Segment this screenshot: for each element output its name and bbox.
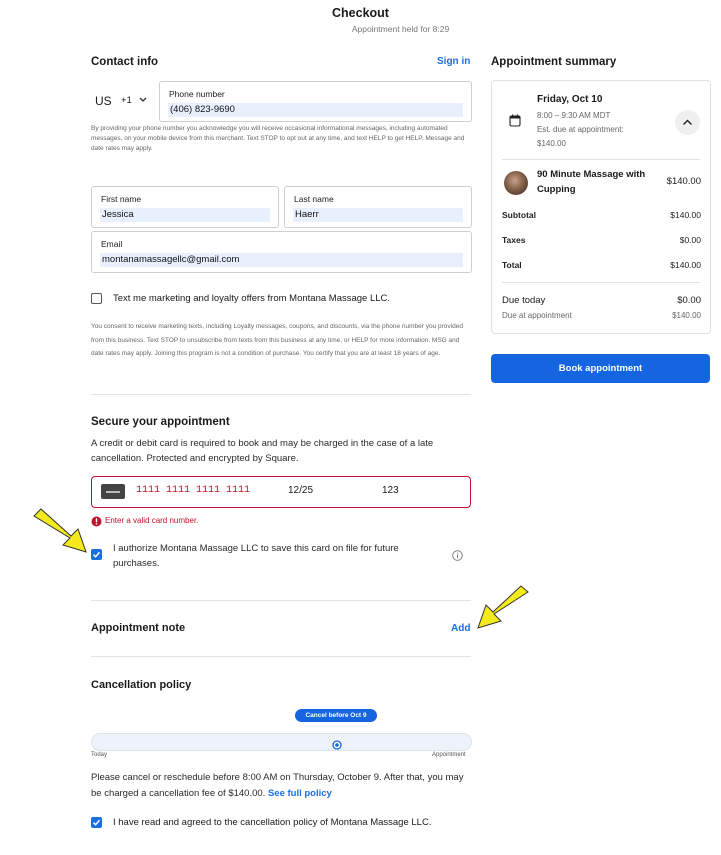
est-due-label: Est. due at appointment: — [537, 125, 624, 134]
service-name-line1: 90 Minute Massage with — [537, 169, 646, 180]
note-heading: Appointment note — [91, 622, 186, 634]
divider — [91, 656, 471, 657]
total-value: $140.00 — [670, 260, 701, 270]
card-number[interactable]: 1111 1111 1111 1111 — [136, 485, 250, 496]
check-icon — [92, 819, 101, 826]
card-cvv[interactable]: 123 — [382, 485, 399, 496]
contact-heading: Contact info — [91, 56, 159, 68]
due-today-value: $0.00 — [677, 295, 701, 306]
timeline-marker — [332, 737, 342, 755]
last-name-field[interactable]: Last name Haerr — [284, 186, 472, 228]
agree-policy-checkbox[interactable] — [91, 817, 102, 828]
check-icon — [92, 551, 101, 558]
arrow-annotation — [474, 584, 532, 637]
due-today-label: Due today — [502, 295, 546, 306]
cancellation-timeline — [91, 733, 472, 751]
card-error: Enter a valid card number. — [105, 516, 199, 525]
country-code: US — [95, 94, 112, 108]
phone-label: Phone number — [169, 89, 225, 99]
first-name-field[interactable]: First name Jessica — [91, 186, 279, 228]
divider — [502, 159, 700, 160]
appointment-time: 8:00 – 9:30 AM MDT — [537, 111, 611, 120]
authorize-checkbox[interactable] — [91, 549, 102, 560]
authorize-label: I authorize Montana Massage LLC to save … — [113, 543, 399, 569]
summary-heading: Appointment summary — [491, 56, 617, 68]
staff-avatar — [504, 171, 528, 195]
add-note-link[interactable]: Add — [451, 623, 470, 634]
first-name-input[interactable]: Jessica — [100, 208, 270, 222]
card-icon — [101, 484, 125, 499]
cancellation-text: Please cancel or reschedule before 8:00 … — [91, 770, 476, 801]
email-input[interactable]: montanamassagellc@gmail.com — [100, 253, 463, 267]
email-label: Email — [101, 239, 123, 249]
cancellation-heading: Cancellation policy — [91, 679, 192, 691]
divider — [91, 600, 471, 601]
last-name-label: Last name — [294, 194, 334, 204]
chevron-up-icon — [683, 119, 692, 125]
last-name-input[interactable]: Haerr — [293, 208, 463, 222]
full-policy-link[interactable]: See full policy — [268, 788, 332, 799]
card-input[interactable]: 1111 1111 1111 1111 12/25 123 — [91, 476, 471, 508]
first-name-label: First name — [101, 194, 142, 204]
divider — [91, 394, 471, 395]
secure-description: A credit or debit card is required to bo… — [91, 438, 434, 464]
service-price: $140.00 — [666, 176, 701, 187]
marketing-checkbox[interactable] — [91, 293, 102, 304]
chevron-down-icon — [138, 93, 148, 112]
sign-in-link[interactable]: Sign in — [437, 56, 470, 67]
subtotal-value: $140.00 — [670, 210, 701, 220]
appointment-date: Friday, Oct 10 — [537, 94, 603, 105]
arrow-annotation — [30, 506, 92, 561]
page-title: Checkout — [332, 6, 389, 20]
timeline-today: Today — [91, 752, 108, 758]
summary-card: Friday, Oct 10 8:00 – 9:30 AM MDT Est. d… — [491, 80, 711, 334]
cancel-deadline-badge: Cancel before Oct 9 — [295, 709, 377, 722]
country-selector[interactable]: US +1 — [91, 90, 156, 114]
card-expiry[interactable]: 12/25 — [288, 485, 313, 496]
service-name: 90 Minute Massage with Cupping — [537, 167, 662, 197]
phone-input[interactable]: (406) 823-9690 — [168, 103, 463, 117]
agree-policy-label: I have read and agreed to the cancellati… — [113, 817, 432, 828]
dial-code: +1 — [121, 95, 132, 106]
phone-field[interactable]: Phone number (406) 823-9690 — [159, 81, 472, 122]
phone-disclaimer: By providing your phone number you ackno… — [91, 125, 465, 152]
calendar-icon — [509, 114, 521, 132]
marketing-disclaimer: You consent to receive marketing texts, … — [91, 323, 463, 357]
service-name-line2: Cupping — [537, 184, 576, 195]
book-appointment-button[interactable]: Book appointment — [491, 354, 710, 383]
error-icon — [91, 514, 102, 532]
taxes-label: Taxes — [502, 235, 526, 245]
due-appointment-value: $140.00 — [672, 311, 701, 320]
subtotal-label: Subtotal — [502, 210, 536, 220]
due-appointment-label: Due at appointment — [502, 311, 572, 320]
divider — [502, 282, 700, 283]
secure-heading: Secure your appointment — [91, 416, 230, 428]
est-due-amount: $140.00 — [537, 139, 566, 148]
taxes-value: $0.00 — [679, 235, 701, 245]
marketing-label: Text me marketing and loyalty offers fro… — [113, 293, 391, 304]
total-label: Total — [502, 260, 522, 270]
email-field[interactable]: Email montanamassagellc@gmail.com — [91, 231, 472, 273]
collapse-button[interactable] — [675, 110, 700, 135]
hold-timer: Appointment held for 8:29 — [351, 24, 450, 34]
info-icon[interactable] — [452, 548, 463, 566]
timeline-appointment: Appointment — [432, 752, 466, 758]
